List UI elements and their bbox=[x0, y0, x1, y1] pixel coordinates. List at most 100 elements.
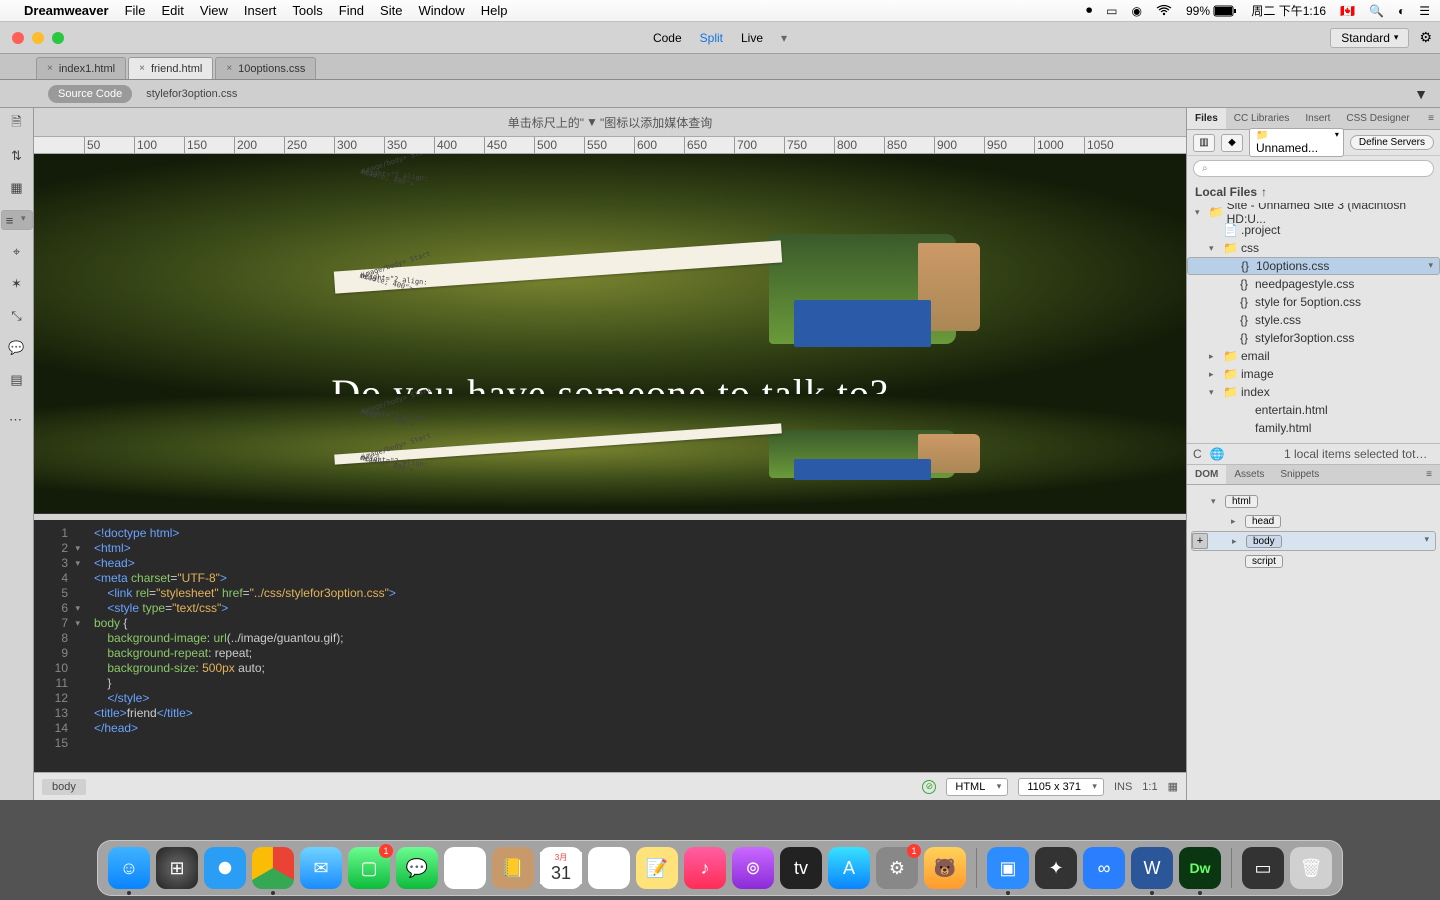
tool-comment-icon[interactable]: 💬 bbox=[7, 338, 27, 358]
file-tree[interactable]: ▾📁Site - Unnamed Site 3 (Macintosh HD:U.… bbox=[1187, 203, 1440, 443]
tree-node[interactable]: ▾📁css bbox=[1187, 239, 1440, 257]
tree-node[interactable]: ▸📁email bbox=[1187, 347, 1440, 365]
tree-node[interactable]: ▾📁index bbox=[1187, 383, 1440, 401]
dom-tree[interactable]: ▾html▸head+▸bodyscript bbox=[1187, 485, 1440, 800]
wifi-icon[interactable] bbox=[1156, 5, 1172, 16]
doc-tab[interactable]: ×10options.css bbox=[215, 57, 316, 79]
tool-collapse-icon[interactable]: ✶ bbox=[7, 274, 27, 294]
tool-live-icon[interactable]: ≡ bbox=[1, 210, 33, 230]
minimize-button[interactable] bbox=[32, 32, 44, 44]
dock-zoom[interactable]: ▣ bbox=[987, 847, 1029, 889]
source-code-pill[interactable]: Source Code bbox=[48, 85, 132, 103]
live-preview[interactable]: height="2 align: image/body> Start middl… bbox=[34, 154, 1186, 514]
tree-node[interactable]: ▸📁image bbox=[1187, 365, 1440, 383]
dock-launchpad[interactable]: ⊞ bbox=[156, 847, 198, 889]
dom-node[interactable]: script bbox=[1191, 551, 1436, 571]
view-code[interactable]: Code bbox=[653, 31, 682, 45]
close-tab-icon[interactable]: × bbox=[139, 63, 145, 74]
menu-help[interactable]: Help bbox=[481, 3, 508, 18]
tag-breadcrumb[interactable]: body bbox=[42, 779, 86, 795]
tab-css-designer[interactable]: CSS Designer bbox=[1338, 108, 1417, 129]
cc-icon[interactable]: ◉ bbox=[1132, 4, 1142, 18]
site-select[interactable]: 📁 Unnamed... bbox=[1249, 128, 1344, 157]
dock-messages[interactable]: 💬 bbox=[396, 847, 438, 889]
ruler[interactable]: 5010015020025030035040045050055060065070… bbox=[34, 136, 1186, 154]
dock-music[interactable]: ♪ bbox=[684, 847, 726, 889]
app-name[interactable]: Dreamweaver bbox=[24, 3, 109, 18]
dom-menu-icon[interactable]: ≡ bbox=[1418, 465, 1440, 484]
tab-snippets[interactable]: Snippets bbox=[1272, 465, 1327, 484]
zoom-button[interactable] bbox=[52, 32, 64, 44]
tab-insert[interactable]: Insert bbox=[1297, 108, 1338, 129]
dock-calendar[interactable]: 3月31 bbox=[540, 847, 582, 889]
dock-safari[interactable] bbox=[204, 847, 246, 889]
dock-podcasts[interactable]: ⊚ bbox=[732, 847, 774, 889]
refresh-icon[interactable]: C bbox=[1193, 447, 1202, 461]
menu-tools[interactable]: Tools bbox=[292, 3, 322, 18]
panel-menu-icon[interactable]: ≡ bbox=[1422, 108, 1440, 129]
control-center-icon[interactable]: ☰ bbox=[1419, 4, 1430, 18]
dock-recent[interactable]: ▭ bbox=[1242, 847, 1284, 889]
doc-tab[interactable]: ×index1.html bbox=[36, 57, 126, 79]
add-element-icon[interactable]: + bbox=[1192, 533, 1208, 549]
dock-trash[interactable]: 🗑 bbox=[1290, 847, 1332, 889]
tool-inspect-icon[interactable]: ⌖ bbox=[7, 242, 27, 262]
dock-reminders[interactable]: ☰ bbox=[588, 847, 630, 889]
dock-todesk[interactable]: ∞ bbox=[1083, 847, 1125, 889]
sync-settings-icon[interactable]: ⚙ bbox=[1419, 29, 1432, 46]
doctype-select[interactable]: HTML bbox=[946, 778, 1008, 796]
doc-tab[interactable]: ×friend.html bbox=[128, 57, 213, 79]
dock-word[interactable]: W bbox=[1131, 847, 1173, 889]
menu-insert[interactable]: Insert bbox=[244, 3, 277, 18]
files-search[interactable]: ⌕ bbox=[1193, 160, 1434, 177]
globe-icon[interactable]: 🌐 bbox=[1210, 447, 1225, 461]
sync-icon[interactable]: ◆ bbox=[1221, 134, 1243, 152]
define-servers-button[interactable]: Define Servers bbox=[1350, 135, 1434, 150]
close-tab-icon[interactable]: × bbox=[226, 63, 232, 74]
tool-more-icon[interactable]: ⋯ bbox=[7, 410, 27, 430]
tool-format-icon[interactable]: ⤡ bbox=[7, 306, 27, 326]
dom-node[interactable]: ▾html bbox=[1191, 491, 1436, 511]
dock-photos[interactable]: ✿ bbox=[444, 847, 486, 889]
display-icon[interactable]: ▭ bbox=[1106, 4, 1117, 18]
tree-node[interactable]: {}stylefor3option.css bbox=[1187, 329, 1440, 347]
menu-file[interactable]: File bbox=[125, 3, 146, 18]
tree-node[interactable]: entertain.html bbox=[1187, 401, 1440, 419]
tree-node[interactable]: family.html bbox=[1187, 419, 1440, 437]
tree-node[interactable]: {}10options.css bbox=[1187, 257, 1440, 275]
tree-node[interactable]: {}style.css bbox=[1187, 311, 1440, 329]
view-split[interactable]: Split bbox=[700, 31, 723, 45]
dock-notes[interactable]: 📝 bbox=[636, 847, 678, 889]
dock-tv[interactable]: tv bbox=[780, 847, 822, 889]
tool-preview-icon[interactable]: ▤ bbox=[7, 370, 27, 390]
local-files-header[interactable]: Local Files ↑ bbox=[1187, 181, 1440, 203]
tab-files[interactable]: Files bbox=[1187, 108, 1226, 129]
menu-site[interactable]: Site bbox=[380, 3, 402, 18]
ftp-icon[interactable]: ▥ bbox=[1193, 134, 1215, 152]
tab-dom[interactable]: DOM bbox=[1187, 465, 1226, 484]
dock-dreamweaver[interactable]: Dw bbox=[1179, 847, 1221, 889]
tab-assets[interactable]: Assets bbox=[1226, 465, 1272, 484]
close-button[interactable] bbox=[12, 32, 24, 44]
dock-settings[interactable]: ⚙1 bbox=[876, 847, 918, 889]
menu-window[interactable]: Window bbox=[418, 3, 464, 18]
dock-mail[interactable]: ✉ bbox=[300, 847, 342, 889]
tool-manage-icon[interactable]: ⇅ bbox=[7, 146, 27, 166]
workspace-switcher[interactable]: Standard ▾ bbox=[1330, 28, 1409, 48]
code-editor[interactable]: 12▾3▾456▾7▾89101112131415 <!doctype html… bbox=[34, 520, 1186, 772]
no-errors-icon[interactable]: ⊘ bbox=[922, 780, 936, 794]
dock-appstore[interactable]: A bbox=[828, 847, 870, 889]
menu-edit[interactable]: Edit bbox=[162, 3, 184, 18]
filter-icon[interactable]: ▼ bbox=[1414, 86, 1428, 102]
preview-icon[interactable]: ▦ bbox=[1168, 780, 1178, 793]
view-dropdown-icon[interactable]: ▾ bbox=[781, 31, 787, 45]
dock-bear[interactable]: 🐻 bbox=[924, 847, 966, 889]
tool-expand-icon[interactable]: ▦ bbox=[7, 178, 27, 198]
close-tab-icon[interactable]: × bbox=[47, 63, 53, 74]
dom-node[interactable]: ▸head bbox=[1191, 511, 1436, 531]
sort-icon[interactable]: ↑ bbox=[1261, 185, 1267, 199]
menu-find[interactable]: Find bbox=[339, 3, 364, 18]
screenrec-icon[interactable]: ⏺ bbox=[1086, 3, 1092, 18]
window-size-select[interactable]: 1105 x 371 bbox=[1018, 778, 1104, 796]
input-flag[interactable]: 🇨🇦 bbox=[1340, 4, 1355, 18]
